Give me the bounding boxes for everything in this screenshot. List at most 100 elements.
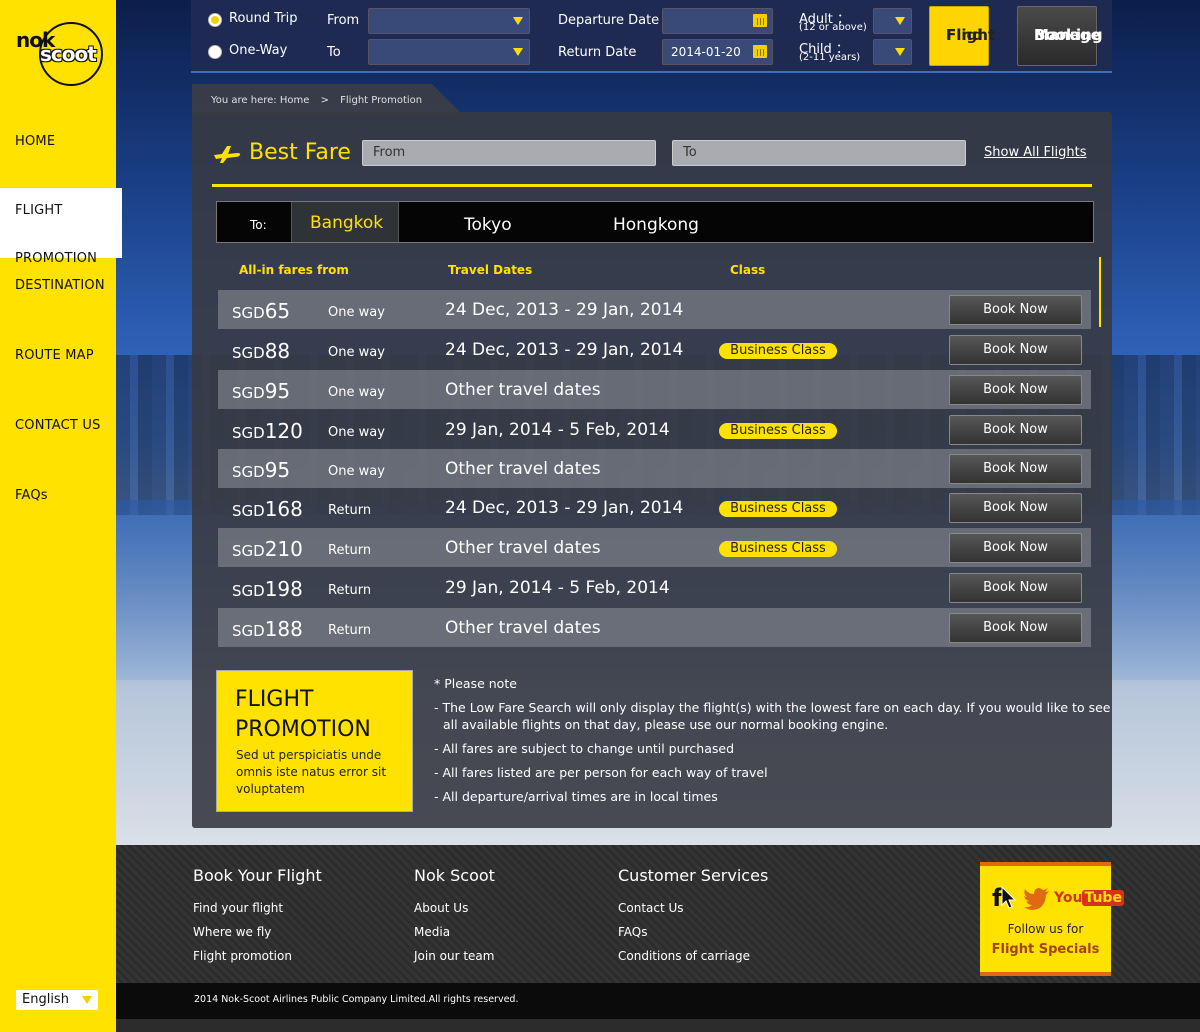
column-header-fares: All-in fares from xyxy=(239,263,349,277)
fare-currency: SGD xyxy=(232,542,265,560)
trip-type: Return xyxy=(328,543,372,558)
promo-title-line1: FLIGHT xyxy=(235,687,314,712)
find-flight-line2: Flight xyxy=(946,26,996,44)
flight-specials-text: Flight Specials xyxy=(991,942,1100,957)
promo-text: Sed ut perspiciatis unde omnis iste natu… xyxy=(236,748,387,796)
travel-dates: Other travel dates xyxy=(445,459,601,479)
footer-title-nokscoot: Nok Scoot xyxy=(414,866,495,885)
column-header-class: Class xyxy=(730,263,766,277)
return-date-field[interactable]: 2014-01-20 xyxy=(662,39,773,65)
book-now-button[interactable]: Book Now xyxy=(949,493,1082,523)
language-select[interactable]: English xyxy=(16,990,98,1010)
tab-bangkok[interactable]: Bangkok xyxy=(291,202,399,242)
table-row: SGD188 Return Other travel dates Book Now xyxy=(218,608,1091,647)
fare-amount: 65 xyxy=(264,299,291,323)
fare-price: SGD198 xyxy=(232,577,303,601)
nav-home[interactable]: HOME xyxy=(0,134,116,149)
round-trip-radio[interactable] xyxy=(208,13,222,27)
youtube-tube: Tube xyxy=(1082,890,1124,906)
nav-flight-promotion[interactable]: FLIGHT PROMOTION xyxy=(0,188,122,266)
chevron-down-icon xyxy=(513,48,523,56)
trip-type: One way xyxy=(328,345,385,360)
calendar-icon[interactable] xyxy=(753,45,767,58)
travel-dates: 24 Dec, 2013 - 29 Jan, 2014 xyxy=(445,300,684,320)
twitter-icon[interactable] xyxy=(1024,888,1050,910)
nav-home-label: HOME xyxy=(15,134,56,149)
round-trip-label: Round Trip xyxy=(229,11,298,26)
best-fare-from-placeholder: From xyxy=(373,145,406,160)
book-now-button[interactable]: Book Now xyxy=(949,415,1082,445)
chevron-down-icon xyxy=(82,996,92,1004)
manage-booking-line2: Booking xyxy=(1034,26,1103,44)
destination-to-label: To: xyxy=(250,218,267,232)
tab-hongkong[interactable]: Hongkong xyxy=(613,215,699,235)
child-sub-label: (2-11 years) xyxy=(799,52,861,63)
fare-currency: SGD xyxy=(232,622,265,640)
sidebar: nok scoot HOME FLIGHT PROMOTION DESTINATI… xyxy=(0,0,122,1032)
breadcrumb-home[interactable]: Home xyxy=(280,95,310,106)
footer-link-media[interactable]: Media xyxy=(414,925,450,939)
footer-link-find-flight[interactable]: Find your flight xyxy=(193,901,283,915)
footer-title-customer-services: Customer Services xyxy=(618,866,769,885)
footer-link-flight-promotion[interactable]: Flight promotion xyxy=(193,949,292,963)
promo-title-line2: PROMOTION xyxy=(235,717,371,742)
class-badge: Business Class xyxy=(719,541,837,557)
one-way-radio[interactable] xyxy=(208,45,222,59)
copyright-bar: 2014 Nok-Scoot Airlines Public Company L… xyxy=(116,983,1200,1019)
fare-currency: SGD xyxy=(232,344,265,362)
footer-link-where-we-fly[interactable]: Where we fly xyxy=(193,925,271,939)
book-now-button[interactable]: Book Now xyxy=(949,375,1082,405)
find-flight-button[interactable]: Find Flight xyxy=(929,6,995,66)
notes-line4: - All departure/arrival times are in loc… xyxy=(434,789,718,804)
language-value: English xyxy=(22,992,69,1007)
nav-faqs-label: FAQs xyxy=(15,488,48,503)
adult-count-select[interactable] xyxy=(873,8,912,34)
return-date-value: 2014-01-20 xyxy=(671,45,741,59)
trip-type: Return xyxy=(328,623,372,638)
travel-dates: Other travel dates xyxy=(445,538,601,558)
nav-contact-us[interactable]: CONTACT US xyxy=(0,418,116,433)
logo-scoot: scoot xyxy=(40,42,97,66)
book-now-button[interactable]: Book Now xyxy=(949,533,1082,563)
nav-contact-us-label: CONTACT US xyxy=(15,418,101,433)
travel-dates: 29 Jan, 2014 - 5 Feb, 2014 xyxy=(445,578,670,598)
footer-link-faqs[interactable]: FAQs xyxy=(618,925,648,939)
nav-faqs[interactable]: FAQs xyxy=(0,488,116,503)
footer-link-contact-us[interactable]: Contact Us xyxy=(618,901,684,915)
fare-price: SGD95 xyxy=(232,458,290,482)
scrollbar-thumb[interactable] xyxy=(1099,257,1101,327)
travel-dates: 24 Dec, 2013 - 29 Jan, 2014 xyxy=(445,340,684,360)
book-now-button[interactable]: Book Now xyxy=(949,295,1082,325)
footer-link-about-us[interactable]: About Us xyxy=(414,901,468,915)
book-now-button[interactable]: Book Now xyxy=(949,454,1082,484)
bottom-strip xyxy=(116,1019,1200,1032)
show-all-flights-link[interactable]: Show All Flights xyxy=(984,145,1087,160)
book-now-button[interactable]: Book Now xyxy=(949,573,1082,603)
best-fare-from-input[interactable]: From xyxy=(362,140,656,166)
fare-currency: SGD xyxy=(232,424,265,442)
trip-type: One way xyxy=(328,305,385,320)
notes-line1b: all available flights on that day, pleas… xyxy=(443,717,889,732)
footer-link-join-team[interactable]: Join our team xyxy=(414,949,494,963)
from-select[interactable] xyxy=(368,8,530,34)
footer-link-conditions[interactable]: Conditions of carriage xyxy=(618,949,750,963)
nav-destination[interactable]: DESTINATION xyxy=(0,278,116,293)
nokscoot-logo[interactable]: nok scoot xyxy=(16,22,103,86)
calendar-icon[interactable] xyxy=(753,14,767,27)
table-row: SGD168 Return 24 Dec, 2013 - 29 Jan, 2014 B… xyxy=(218,488,1091,527)
one-way-label: One-Way xyxy=(229,43,288,58)
notes-line2: - All fares are subject to change until … xyxy=(434,741,734,756)
copyright-text: 2014 Nok-Scoot Airlines Public Company L… xyxy=(194,994,519,1005)
manage-booking-button[interactable]: Manage Booking xyxy=(1017,6,1103,66)
tab-tokyo[interactable]: Tokyo xyxy=(464,215,512,235)
book-now-button[interactable]: Book Now xyxy=(949,335,1082,365)
nav-route-map[interactable]: ROUTE MAP xyxy=(0,348,116,363)
child-count-select[interactable] xyxy=(873,39,912,65)
to-select[interactable] xyxy=(368,39,530,65)
best-fare-to-input[interactable]: To xyxy=(672,140,966,166)
departure-date-field[interactable] xyxy=(662,8,773,34)
book-now-button[interactable]: Book Now xyxy=(949,613,1082,643)
fare-amount: 168 xyxy=(264,497,303,521)
youtube-icon[interactable]: You Tube xyxy=(1054,890,1124,906)
fare-price: SGD65 xyxy=(232,299,290,323)
